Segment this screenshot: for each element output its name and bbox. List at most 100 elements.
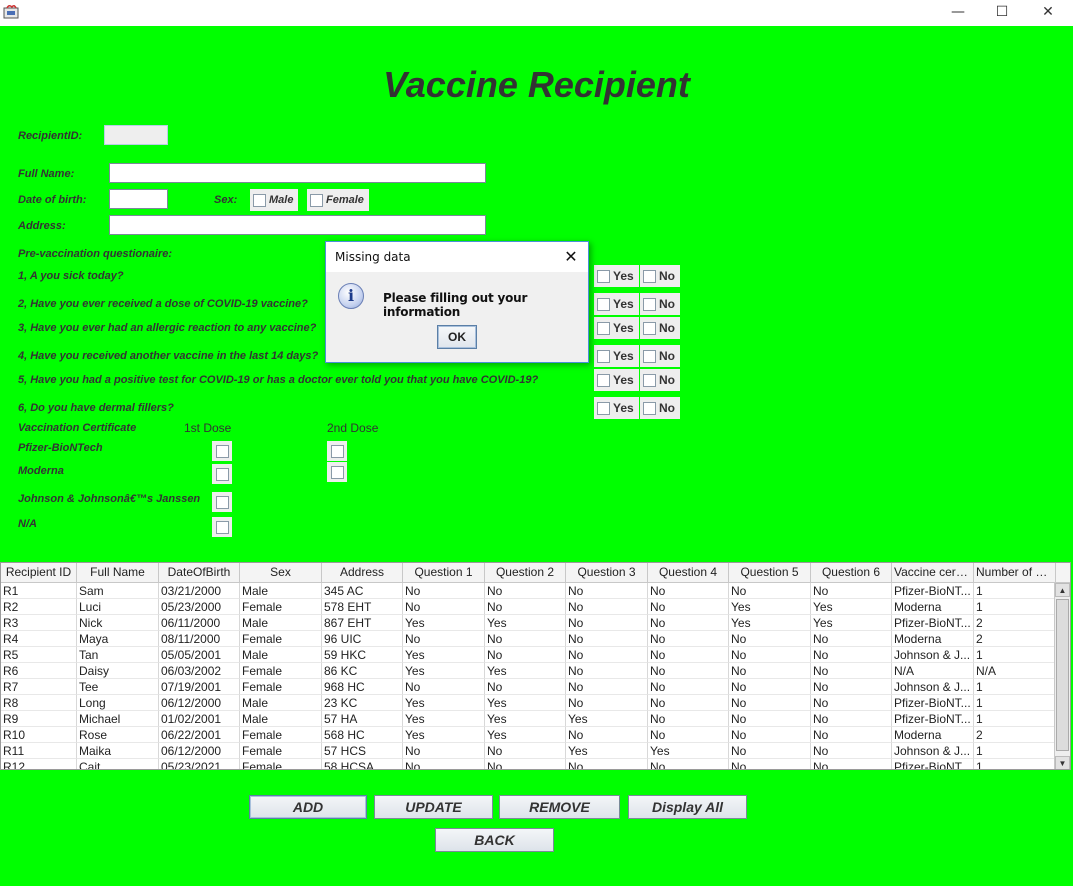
table-row[interactable]: R6 Daisy 06/03/2002 Female 86 KC Yes Yes No No No… (1, 663, 1070, 679)
table-row[interactable]: R1 Sam 03/21/2000 Male 345 AC No No No No No No Pfi… (1, 583, 1070, 599)
column-header[interactable]: Number of D... (974, 563, 1056, 582)
add-button[interactable]: ADD (249, 795, 367, 819)
column-header[interactable]: Address (322, 563, 403, 582)
sex-female-option[interactable]: Female (307, 189, 369, 211)
column-header[interactable]: Question 4 (648, 563, 729, 582)
moderna-dose1-checkbox[interactable] (212, 464, 232, 484)
q3-no-option[interactable]: No (640, 317, 680, 339)
table-row[interactable]: R4 Maya 08/11/2000 Female 96 UIC No No No No No No… (1, 631, 1070, 647)
column-header[interactable]: Question 1 (403, 563, 485, 582)
display-all-button[interactable]: Display All (628, 795, 747, 819)
table-cell: 06/12/2000 (159, 695, 240, 711)
table-cell: R8 (1, 695, 77, 711)
maximize-button[interactable]: ☐ (979, 0, 1025, 24)
sex-male-option[interactable]: Male (250, 189, 299, 211)
table-row[interactable]: R11 Maika 06/12/2000 Female 57 HCS No No Yes Yes… (1, 743, 1070, 759)
table-cell: No (648, 615, 729, 631)
update-button[interactable]: UPDATE (374, 795, 493, 819)
ok-button[interactable]: OK (437, 325, 477, 349)
table-cell: Yes (485, 695, 566, 711)
table-cell: Yes (566, 711, 648, 727)
minimize-button[interactable]: — (935, 0, 981, 24)
moderna-dose2-checkbox[interactable] (327, 462, 347, 482)
dob-field[interactable] (109, 189, 168, 209)
recipient-id-field[interactable] (104, 125, 168, 145)
table-cell: No (811, 759, 892, 769)
table-cell: Male (240, 695, 322, 711)
table-row[interactable]: R3 Nick 06/11/2000 Male 867 EHT Yes Yes No No Yes… (1, 615, 1070, 631)
pfizer-dose1-checkbox[interactable] (212, 441, 232, 461)
q4-yes-option[interactable]: Yes (594, 345, 639, 367)
scroll-thumb[interactable] (1056, 599, 1069, 751)
dose1-header: 1st Dose (184, 421, 232, 435)
table-body: R1 Sam 03/21/2000 Male 345 AC No No No No No No Pfi… (1, 583, 1070, 769)
table-row[interactable]: R8 Long 06/12/2000 Male 23 KC Yes Yes No No No No… (1, 695, 1070, 711)
q3-yes-option[interactable]: Yes (594, 317, 639, 339)
question-1-label: 1, A you sick today? (18, 270, 124, 282)
column-header[interactable]: Question 5 (729, 563, 811, 582)
q5-no-option[interactable]: No (640, 369, 680, 391)
column-header[interactable]: Question 6 (811, 563, 892, 582)
back-button[interactable]: BACK (435, 828, 554, 852)
table-row[interactable]: R5 Tan 05/05/2001 Male 59 HKC Yes No No No No No Jo… (1, 647, 1070, 663)
pfizer-dose2-checkbox[interactable] (327, 441, 347, 461)
q2-no-checkbox[interactable] (643, 297, 656, 311)
table-row[interactable]: R2 Luci 05/23/2000 Female 578 EHT No No No No Yes… (1, 599, 1070, 615)
q4-no-option[interactable]: No (640, 345, 680, 367)
table-row[interactable]: R7 Tee 07/19/2001 Female 968 HC No No No No No No J… (1, 679, 1070, 695)
table-cell: No (485, 599, 566, 615)
table-row[interactable]: R12 Cait 05/23/2021 Female 58 HCSA No No No No No… (1, 759, 1070, 769)
table-cell: Male (240, 615, 322, 631)
column-header[interactable]: Sex (240, 563, 322, 582)
q4-yes-checkbox[interactable] (597, 349, 610, 363)
q5-yes-checkbox[interactable] (597, 373, 610, 387)
female-checkbox[interactable] (310, 193, 323, 207)
q5-yes-option[interactable]: Yes (594, 369, 639, 391)
table-cell: Johnson & J... (892, 679, 974, 695)
q2-no-option[interactable]: No (640, 293, 680, 315)
na-dose1-checkbox[interactable] (212, 517, 232, 537)
close-window-button[interactable]: ✕ (1025, 0, 1071, 24)
scroll-down-icon[interactable]: ▼ (1055, 756, 1070, 769)
table-cell: R9 (1, 711, 77, 727)
table-cell: No (648, 759, 729, 769)
q1-no-option[interactable]: No (640, 265, 680, 287)
column-header[interactable]: Recipient ID (1, 563, 77, 582)
q1-yes-checkbox[interactable] (597, 269, 610, 283)
table-cell: No (648, 583, 729, 599)
vertical-scrollbar[interactable]: ▲ ▼ (1054, 583, 1070, 769)
column-header[interactable]: Vaccine certi... (892, 563, 974, 582)
info-icon: i (338, 283, 364, 309)
q1-yes-option[interactable]: Yes (594, 265, 639, 287)
column-header[interactable]: DateOfBirth (159, 563, 240, 582)
q2-yes-checkbox[interactable] (597, 297, 610, 311)
dose2-header: 2nd Dose (327, 421, 379, 435)
table-row[interactable]: R9 Michael 01/02/2001 Male 57 HA Yes Yes Yes No N… (1, 711, 1070, 727)
table-cell: 57 HCS (322, 743, 403, 759)
q6-yes-checkbox[interactable] (597, 401, 610, 415)
remove-button[interactable]: REMOVE (499, 795, 620, 819)
full-name-field[interactable] (109, 163, 486, 183)
q1-no-checkbox[interactable] (643, 269, 656, 283)
male-checkbox[interactable] (253, 193, 266, 207)
q2-yes-option[interactable]: Yes (594, 293, 639, 315)
address-field[interactable] (109, 215, 486, 235)
q6-no-checkbox[interactable] (643, 401, 656, 415)
q3-no-checkbox[interactable] (643, 321, 656, 335)
table-row[interactable]: R10 Rose 06/22/2001 Female 568 HC Yes Yes No No N… (1, 727, 1070, 743)
column-header[interactable]: Full Name (77, 563, 159, 582)
dialog-close-icon[interactable]: ✕ (554, 242, 588, 272)
table-cell: No (811, 583, 892, 599)
column-header[interactable]: Question 3 (566, 563, 648, 582)
table-cell: No (403, 743, 485, 759)
q6-yes-option[interactable]: Yes (594, 397, 639, 419)
jj-dose1-checkbox[interactable] (212, 492, 232, 512)
q5-no-checkbox[interactable] (643, 373, 656, 387)
column-header[interactable]: Question 2 (485, 563, 566, 582)
q3-yes-checkbox[interactable] (597, 321, 610, 335)
recipients-table[interactable]: Recipient ID Full Name DateOfBirth Sex Addre… (0, 562, 1071, 770)
question-3-label: 3, Have you ever had an allergic reactio… (18, 322, 317, 334)
q6-no-option[interactable]: No (640, 397, 680, 419)
scroll-up-icon[interactable]: ▲ (1055, 583, 1070, 597)
q4-no-checkbox[interactable] (643, 349, 656, 363)
